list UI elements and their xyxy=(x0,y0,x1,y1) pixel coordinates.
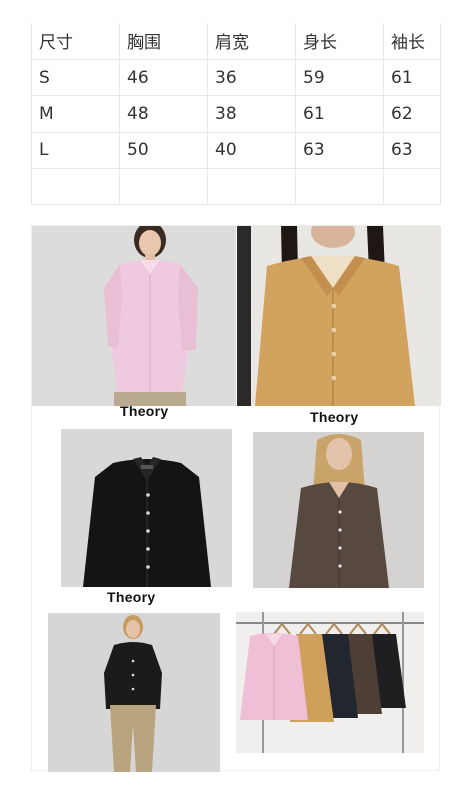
size-chart-table: 尺寸 胸围 肩宽 身长 袖长 S 46 36 59 61 M 48 38 61 … xyxy=(31,23,441,206)
table-cell: S xyxy=(31,58,120,97)
header-size: 尺寸 xyxy=(31,23,120,60)
table-cell xyxy=(295,168,384,206)
table-row: S 46 36 59 61 xyxy=(31,58,441,97)
product-photo-collage: Theory Theory Theory xyxy=(31,225,441,772)
black-shirt-product-photo xyxy=(61,429,232,587)
table-cell: 46 xyxy=(119,58,208,97)
table-cell: 61 xyxy=(295,95,384,133)
table-cell xyxy=(383,168,441,206)
header-chest: 胸围 xyxy=(119,23,208,60)
brand-logo-text: Theory xyxy=(310,409,359,425)
table-row: M 48 38 61 62 xyxy=(31,95,441,133)
table-cell: 63 xyxy=(295,131,384,170)
brand-logo-text: Theory xyxy=(107,589,156,605)
table-cell xyxy=(31,168,120,206)
table-cell: 36 xyxy=(207,58,296,97)
table-cell: 61 xyxy=(383,58,441,97)
table-cell: 63 xyxy=(383,131,441,170)
black-shirt-fullbody-photo xyxy=(48,613,220,772)
brand-logo-text: Theory xyxy=(120,403,169,419)
table-cell: L xyxy=(31,131,120,170)
header-sleeve: 袖长 xyxy=(383,23,441,60)
table-row-empty xyxy=(31,168,441,206)
table-cell xyxy=(207,168,296,206)
table-cell: 50 xyxy=(119,131,208,170)
table-cell: 59 xyxy=(295,58,384,97)
camel-cardigan-model-photo xyxy=(237,226,441,406)
color-variants-rack-photo xyxy=(236,612,424,753)
table-cell: 48 xyxy=(119,95,208,133)
header-shoulder: 肩宽 xyxy=(207,23,296,60)
table-row: L 50 40 63 63 xyxy=(31,131,441,170)
table-cell: 40 xyxy=(207,131,296,170)
table-cell xyxy=(119,168,208,206)
header-length: 身长 xyxy=(295,23,384,60)
brown-shirt-model-photo xyxy=(253,432,424,588)
table-cell: 62 xyxy=(383,95,441,133)
table-header-row: 尺寸 胸围 肩宽 身长 袖长 xyxy=(31,23,441,60)
table-cell: M xyxy=(31,95,120,133)
table-cell: 38 xyxy=(207,95,296,133)
pink-shirt-model-photo xyxy=(32,226,236,406)
